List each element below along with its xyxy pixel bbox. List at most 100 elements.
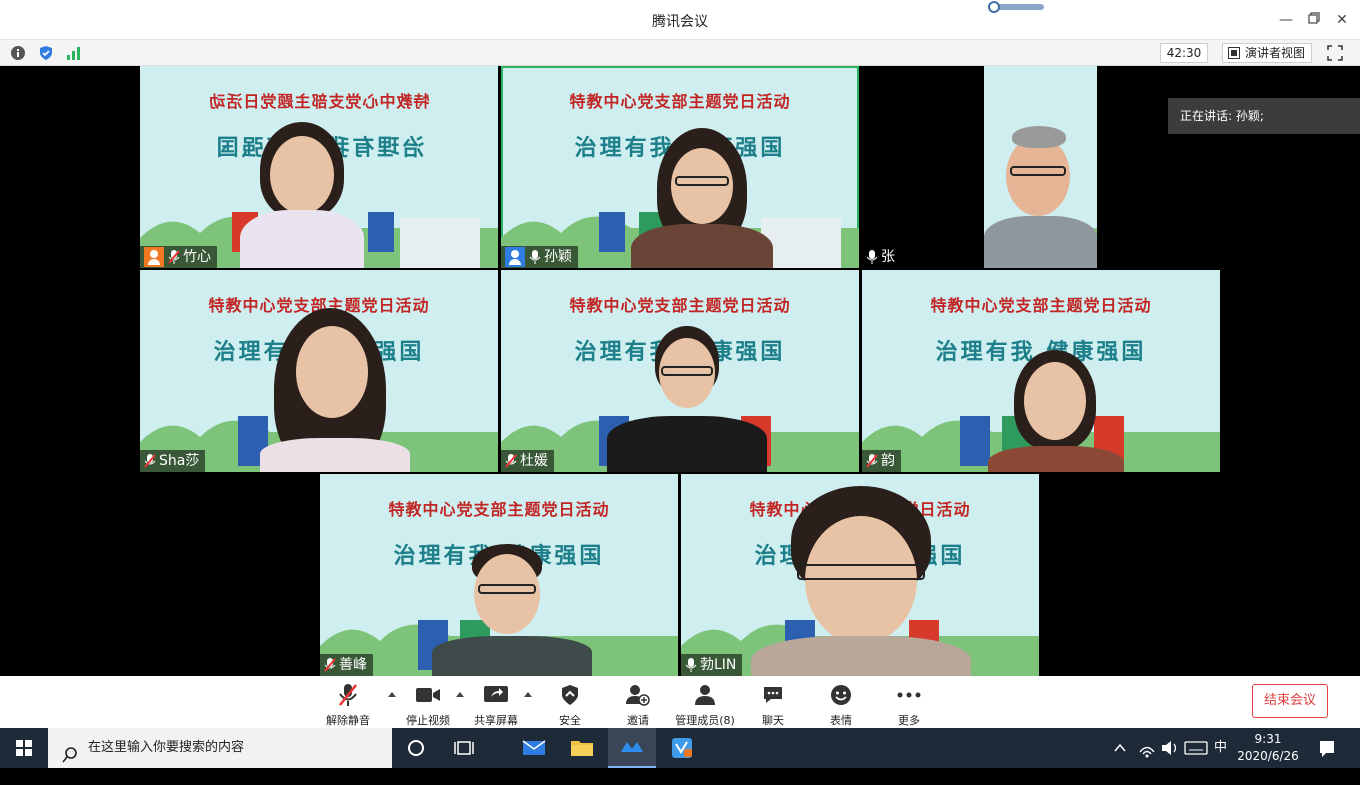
participant-nametag: 张 [862, 246, 901, 268]
participant-nametag: Sha莎 [140, 450, 206, 472]
taskbar-search-box[interactable]: 在这里输入你要搜索的内容 [48, 728, 392, 768]
manage-members-button[interactable]: 管理成员(8) [672, 682, 738, 727]
video-tile[interactable]: 特教中心党支部主题党日活动 治理有我 健康强国 Sha莎 [140, 270, 498, 472]
participant-name: 韵 [881, 453, 895, 469]
chat-button[interactable]: 聊天 [746, 682, 800, 727]
participant-name: 孙颖 [544, 249, 572, 265]
chat-icon [764, 687, 782, 703]
wechat-work-icon[interactable] [658, 728, 706, 768]
speaker-view-icon [1228, 47, 1240, 59]
search-placeholder: 在这里输入你要搜索的内容 [88, 740, 245, 755]
mic-icon [529, 249, 541, 265]
restore-icon[interactable] [1304, 10, 1324, 30]
meeting-info-bar: 42:30 演讲者视图 [0, 40, 1360, 66]
taskbar-clock[interactable]: 9:31 2020/6/26 [1236, 731, 1300, 765]
participant-nametag: 孙颖 [501, 246, 578, 268]
os-taskbar: 在这里输入你要搜索的内容 中 9:31 2020/6/26 [0, 728, 1360, 768]
participant-name: 勃LIN [700, 657, 737, 673]
stop-video-button[interactable]: 停止视频 [400, 682, 456, 727]
video-gallery: 特教中心党支部主题党日活动 治理有我 健康强国 竹心 特教中心党支部主题党日活动… [0, 66, 1360, 676]
tencent-meeting-app-icon[interactable] [608, 728, 656, 768]
volume-icon[interactable] [1160, 728, 1180, 768]
invite-button[interactable]: 邀请 [610, 682, 666, 727]
add-user-icon [626, 685, 650, 706]
host-icon [505, 247, 525, 267]
fullscreen-icon[interactable] [1326, 44, 1344, 62]
task-view-icon[interactable] [440, 728, 488, 768]
mic-icon [685, 657, 697, 673]
participant-nametag: 勃LIN [681, 654, 743, 676]
end-meeting-button[interactable]: 结束会议 [1252, 684, 1328, 718]
mic-muted-icon [168, 249, 180, 265]
more-button[interactable]: 更多 [882, 682, 936, 727]
network-icon[interactable] [1138, 728, 1156, 768]
participant-nametag: 杜媛 [501, 450, 554, 472]
video-tile[interactable]: 特教中心党支部主题党日活动 治理有我 健康强国 善峰 [320, 474, 678, 676]
shield-icon [562, 685, 578, 705]
participant-video [984, 66, 1097, 268]
banner-title: 特教中心党支部主题党日活动 [208, 92, 430, 111]
participant-name: 张 [881, 249, 895, 265]
clock-date: 2020/6/26 [1237, 749, 1299, 763]
share-options-caret[interactable] [524, 692, 532, 697]
participant-name: 善峰 [339, 657, 367, 673]
title-bar: 腾讯会议 — ✕ [0, 0, 1360, 40]
video-tile[interactable]: 张 [862, 66, 1220, 268]
meeting-toolbar: 解除静音 停止视频 共享屏幕 安全 邀请 管理成员(8) 聊天 表情 更多 结束… [0, 676, 1360, 728]
video-tile[interactable]: 特教中心党支部主题党日活动 治理有我 健康强国 杜媛 [501, 270, 859, 472]
minimize-icon[interactable]: — [1276, 10, 1296, 30]
more-icon [897, 692, 921, 698]
participant-name: 杜媛 [520, 453, 548, 469]
participant-nametag: 善峰 [320, 654, 373, 676]
windows-start-icon[interactable] [16, 740, 32, 756]
video-options-caret[interactable] [456, 692, 464, 697]
clock-time: 9:31 [1254, 732, 1282, 746]
speaking-indicator: 正在讲话: 孙颖; [1168, 98, 1360, 134]
video-tile[interactable]: 特教中心党支部主题党日活动 治理有我 健康强国 勃LIN [681, 474, 1039, 676]
mic-muted-icon [144, 453, 156, 469]
banner-title: 特教中心党支部主题党日活动 [569, 296, 791, 315]
participant-name: 竹心 [183, 249, 211, 265]
shield-icon[interactable] [38, 45, 54, 61]
banner-title: 特教中心党支部主题党日活动 [388, 500, 610, 519]
members-icon [695, 685, 715, 705]
share-screen-button[interactable]: 共享屏幕 [468, 682, 524, 727]
participant-nametag: 韵 [862, 450, 901, 472]
mic-muted-icon [339, 684, 357, 706]
notifications-icon[interactable] [1318, 728, 1336, 768]
emoji-icon [831, 685, 851, 705]
info-icon[interactable] [10, 45, 26, 61]
video-tile[interactable]: 特教中心党支部主题党日活动 治理有我 健康强国 竹心 [140, 66, 498, 268]
speaker-view-button[interactable]: 演讲者视图 [1222, 43, 1312, 63]
participant-nametag: 竹心 [140, 246, 217, 268]
video-camera-icon [416, 688, 440, 702]
ime-indicator[interactable]: 中 [1214, 728, 1227, 768]
reactions-button[interactable]: 表情 [814, 682, 868, 727]
mic-muted-icon [324, 657, 336, 673]
video-tile-active[interactable]: 特教中心党支部主题党日活动 治理有我 健康强国 孙颖 [501, 66, 859, 268]
audio-options-caret[interactable] [388, 692, 396, 697]
search-icon [62, 740, 78, 780]
host-icon [144, 247, 164, 267]
meeting-timer: 42:30 [1160, 43, 1208, 63]
banner-title: 特教中心党支部主题党日活动 [930, 296, 1152, 315]
mic-muted-icon [505, 453, 517, 469]
banner-title: 特教中心党支部主题党日活动 [569, 92, 791, 111]
unmute-button[interactable]: 解除静音 [320, 682, 376, 727]
close-icon[interactable]: ✕ [1332, 10, 1352, 30]
share-screen-icon [484, 686, 508, 702]
mail-app-icon[interactable] [510, 728, 558, 768]
participant-name: Sha莎 [159, 453, 200, 469]
file-explorer-icon[interactable] [558, 728, 606, 768]
keyboard-icon[interactable] [1184, 728, 1208, 768]
mic-icon [866, 249, 878, 265]
video-tile[interactable]: 特教中心党支部主题党日活动 治理有我 健康强国 韵 [862, 270, 1220, 472]
volume-slider-knob[interactable] [988, 1, 1000, 13]
speaker-view-label: 演讲者视图 [1245, 46, 1306, 60]
cortana-icon[interactable] [392, 728, 440, 768]
security-button[interactable]: 安全 [542, 682, 598, 727]
mic-muted-icon [866, 453, 878, 469]
signal-icon[interactable] [66, 45, 82, 61]
window-title: 腾讯会议 [652, 14, 708, 30]
tray-expand-icon[interactable] [1112, 728, 1128, 768]
